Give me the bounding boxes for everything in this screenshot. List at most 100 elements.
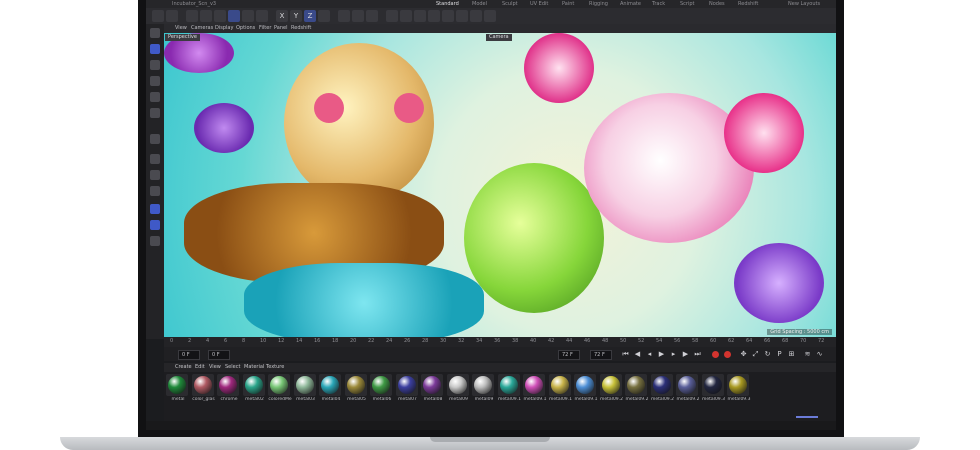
timeline-ruler[interactable]: 0 2 4 6 8 10 12 14 16 18 20 22 24 26 28 30 32 34 36 38 40 42 4…: [164, 337, 836, 347]
material-scroll-slider[interactable]: [796, 416, 818, 418]
first-frame-icon[interactable]: ⏮: [622, 351, 629, 358]
material-swatch[interactable]: metal09.3: [727, 374, 751, 402]
key-pla-icon[interactable]: ⊞: [788, 351, 795, 358]
material-swatch[interactable]: metal09.1: [497, 374, 522, 402]
camera-selector[interactable]: Camera: [486, 34, 512, 41]
material-swatch[interactable]: metal02: [242, 374, 267, 402]
material-swatch[interactable]: metal05: [344, 374, 369, 402]
redo-icon[interactable]: [166, 10, 178, 22]
key-scale-icon[interactable]: ⤢: [752, 351, 759, 358]
key-position-icon[interactable]: ✥: [740, 351, 747, 358]
material-swatch[interactable]: metal09.3: [701, 374, 726, 402]
autokey-icon[interactable]: [724, 351, 731, 358]
material-swatch[interactable]: metal09: [472, 374, 496, 402]
generator-icon[interactable]: [414, 10, 426, 22]
camera-icon[interactable]: [470, 10, 482, 22]
coordinate-system-icon[interactable]: [318, 10, 330, 22]
material-swatch[interactable]: metal08: [421, 374, 445, 402]
move-icon[interactable]: [200, 10, 212, 22]
tab-standard[interactable]: Standard: [436, 0, 459, 8]
mat-menu-select[interactable]: Select: [225, 363, 240, 372]
render-view-icon[interactable]: [352, 10, 364, 22]
locked-workplane-icon[interactable]: [150, 204, 160, 214]
field-icon[interactable]: [442, 10, 454, 22]
tab-redshift[interactable]: Redshift: [738, 0, 758, 8]
menu-cameras[interactable]: Cameras: [191, 24, 213, 33]
next-key-icon[interactable]: ▶: [682, 351, 689, 358]
menu-panel[interactable]: Panel: [274, 24, 288, 33]
spline-icon[interactable]: [400, 10, 412, 22]
start-frame-field[interactable]: 0 F: [178, 350, 200, 360]
material-swatch[interactable]: metal09.2: [625, 374, 649, 402]
render-settings-icon[interactable]: [366, 10, 378, 22]
scene-icon[interactable]: [456, 10, 468, 22]
key-rotation-icon[interactable]: ↻: [764, 351, 771, 358]
fcurve-icon[interactable]: ∿: [816, 351, 823, 358]
deformer-icon[interactable]: [428, 10, 440, 22]
material-swatch[interactable]: color_glas: [191, 374, 216, 402]
menu-view[interactable]: View: [175, 24, 187, 33]
recent-tool-icon[interactable]: [242, 10, 254, 22]
tab-rigging[interactable]: Rigging: [589, 0, 608, 8]
mat-menu-view[interactable]: View: [209, 363, 221, 372]
object-mode-icon[interactable]: [150, 44, 160, 54]
model-mode-icon[interactable]: [150, 28, 160, 38]
menu-display[interactable]: Display: [215, 24, 233, 33]
quantize-icon[interactable]: [150, 236, 160, 246]
material-swatch[interactable]: metal09.1: [523, 374, 547, 402]
prev-frame-icon[interactable]: ◂: [646, 351, 653, 358]
light-icon[interactable]: [484, 10, 496, 22]
material-swatch[interactable]: metal: [166, 374, 190, 402]
timeline-icon[interactable]: ≋: [804, 351, 811, 358]
tab-model[interactable]: Model: [472, 0, 487, 8]
mat-menu-edit[interactable]: Edit: [195, 363, 205, 372]
render-region-icon[interactable]: [338, 10, 350, 22]
material-swatch[interactable]: metal07: [395, 374, 420, 402]
layouts-button[interactable]: New Layouts: [788, 0, 820, 8]
rotate-icon[interactable]: [228, 10, 240, 22]
mat-menu-material[interactable]: Material: [244, 363, 264, 372]
menu-options[interactable]: Options: [236, 24, 255, 33]
material-swatch[interactable]: metal09.2: [676, 374, 700, 402]
tab-sculpt[interactable]: Sculpt: [502, 0, 518, 8]
tab-uv-edit[interactable]: UV Edit: [530, 0, 548, 8]
material-swatch[interactable]: metal09.1: [548, 374, 573, 402]
record-icon[interactable]: [712, 351, 719, 358]
points-mode-icon[interactable]: [150, 92, 160, 102]
mat-menu-texture[interactable]: Texture: [266, 363, 284, 372]
polygons-mode-icon[interactable]: [150, 134, 160, 144]
material-swatch[interactable]: metal09: [446, 374, 471, 402]
cube-icon[interactable]: [386, 10, 398, 22]
tab-paint[interactable]: Paint: [562, 0, 574, 8]
menu-redshift[interactable]: Redshift: [291, 24, 311, 33]
edges-mode-icon[interactable]: [150, 108, 160, 118]
workplane-icon[interactable]: [150, 76, 160, 86]
tab-script[interactable]: Script: [680, 0, 695, 8]
current-frame-field[interactable]: 0 F: [208, 350, 230, 360]
material-swatch[interactable]: metal03: [293, 374, 318, 402]
material-swatch[interactable]: metal04: [319, 374, 343, 402]
end-frame-field[interactable]: 72 F: [558, 350, 580, 360]
live-select-icon[interactable]: [186, 10, 198, 22]
snap-icon[interactable]: [150, 186, 160, 196]
tab-animate[interactable]: Animate: [620, 0, 641, 8]
next-frame-icon[interactable]: ▸: [670, 351, 677, 358]
mat-menu-create[interactable]: Create: [175, 363, 192, 372]
prev-key-icon[interactable]: ◀: [634, 351, 641, 358]
material-swatch[interactable]: metal09.1: [574, 374, 598, 402]
tweak-icon[interactable]: [150, 170, 160, 180]
material-swatch[interactable]: metal06: [370, 374, 394, 402]
last-frame-icon[interactable]: ⏭: [694, 351, 701, 358]
texture-mode-icon[interactable]: [150, 60, 160, 70]
grid-icon[interactable]: [150, 220, 160, 230]
viewport-name[interactable]: Perspective: [165, 34, 200, 41]
preview-end-field[interactable]: 72 F: [590, 350, 612, 360]
material-swatch[interactable]: metal09.2: [599, 374, 624, 402]
tab-track[interactable]: Track: [652, 0, 665, 8]
viewport-render[interactable]: Grid Spacing : 5000 cm: [164, 33, 836, 337]
axis-mode-icon[interactable]: [150, 154, 160, 164]
undo-icon[interactable]: [152, 10, 164, 22]
transform-icon[interactable]: [256, 10, 268, 22]
play-icon[interactable]: ▶: [658, 351, 665, 358]
tab-nodes[interactable]: Nodes: [709, 0, 725, 8]
